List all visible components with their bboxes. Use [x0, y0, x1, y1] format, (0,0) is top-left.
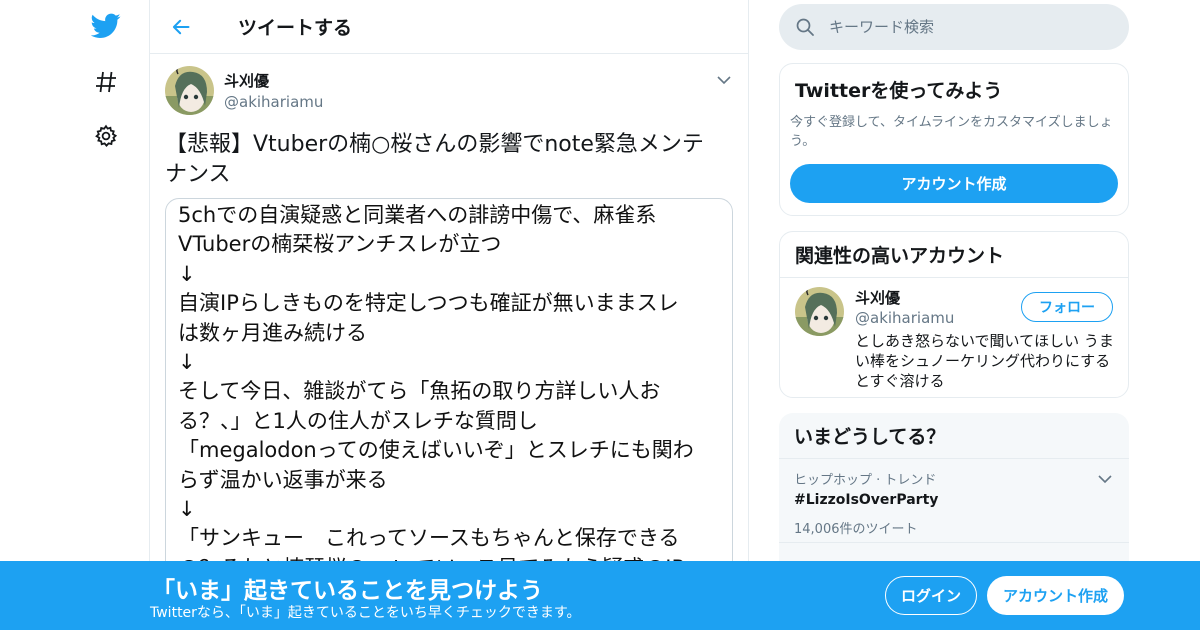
search-box[interactable] [779, 4, 1129, 50]
trend-name[interactable]: #LizzoIsOverParty [794, 492, 1114, 508]
tweet-author[interactable]: 斗刈優 @akihariamu [165, 64, 733, 116]
image-text-line: 「megalodonっての使えばいいぞ」とスレチにも関わ [178, 438, 694, 463]
author-name[interactable]: 斗刈優 [224, 70, 323, 91]
banner-subtitle: Twitterなら、「いま」起きていることをいち早くチェックできます。 [150, 605, 581, 621]
trend-item[interactable]: ヒップホップ · トレンド #LizzoIsOverParty 14,006件の… [779, 459, 1129, 543]
main-header: ツイートする [150, 0, 748, 54]
avatar[interactable] [795, 287, 844, 336]
avatar[interactable] [165, 65, 214, 115]
signup-button[interactable]: アカウント作成 [987, 576, 1124, 615]
arrow-left-icon[interactable] [164, 10, 198, 44]
image-text-line: 自演IPらしきものを特定しつつも確証が無いままスレ [178, 291, 679, 316]
tweet-text: 【悲報】Vtuberの楠○桜さんの影響でnote緊急メンテナンス [165, 132, 704, 187]
image-text-line: 「サンキュー これってソースもちゃんと保存できる [178, 526, 680, 551]
image-text-line: ↓ [178, 497, 196, 522]
image-text-line: ↓ [178, 261, 196, 286]
search-icon [795, 17, 815, 37]
image-text-line: らず温かい返事が来る [178, 467, 388, 492]
image-text-line: ↓ [178, 350, 196, 375]
signup-card: Twitterを使ってみよう 今すぐ登録して、タイムラインをカスタマイズしましょ… [779, 63, 1129, 216]
hashtag-icon[interactable] [90, 66, 122, 98]
tweet: 斗刈優 @akihariamu 【悲報】Vtuberの楠○桜さんの影響でnote… [150, 54, 748, 578]
twitter-bird-icon[interactable] [90, 10, 122, 42]
image-text-line: そして今日、雑談がてら「魚拓の取り方詳しい人お [178, 379, 661, 404]
create-account-button[interactable]: アカウント作成 [790, 164, 1118, 203]
chevron-down-icon[interactable] [1095, 469, 1115, 489]
signup-card-title: Twitterを使ってみよう [795, 80, 1003, 102]
related-accounts-title: 関連性の高いアカウント [780, 232, 1128, 278]
follow-button[interactable]: フォロー [1021, 292, 1113, 322]
chevron-down-icon[interactable] [714, 70, 734, 90]
image-text-line: は数ヶ月進み続ける [178, 320, 367, 345]
left-nav [80, 0, 130, 630]
gear-icon[interactable] [90, 120, 122, 152]
login-button[interactable]: ログイン [885, 576, 977, 615]
image-text-line: VTuberの楠栞桜アンチスレが立つ [178, 232, 502, 257]
related-accounts-card: 関連性の高いアカウント 斗刈優 @akihariamu としあき怒らないで聞いて… [779, 231, 1129, 398]
tweet-image[interactable]: 5chでの自演疑惑と同業者への誹謗中傷で、麻雀系 VTuberの楠栞桜アンチスレ… [165, 198, 733, 578]
main-column: ツイートする 斗刈優 @akihariamu 【悲報】Vtuberの楠○桜さんの… [149, 0, 749, 630]
signup-card-description: 今すぐ登録して、タイムラインをカスタマイズしましょう。 [790, 115, 1113, 149]
trend-count: 14,006件のツイート [794, 522, 918, 537]
image-text-line: る？、」と1人の住人がスレチな質問し [178, 408, 538, 433]
page-title: ツイートする [238, 17, 353, 39]
trends-title: いまどうしてる？ [779, 413, 1129, 459]
banner-title: 「いま」起きていることを見つけよう [152, 578, 543, 604]
trend-context: ヒップホップ · トレンド [794, 473, 937, 488]
signup-banner: 「いま」起きていることを見つけよう Twitterなら、「いま」起きていることを… [0, 561, 1200, 630]
author-text: 斗刈優 @akihariamu [224, 70, 323, 111]
search-input[interactable] [829, 18, 1109, 36]
author-handle[interactable]: @akihariamu [224, 93, 323, 111]
image-text-line: 5chでの自演疑惑と同業者への誹謗中傷で、麻雀系 [178, 203, 657, 227]
related-account[interactable]: 斗刈優 @akihariamu としあき怒らないで聞いてほしい うまい棒をシュノ… [780, 278, 1128, 400]
related-account-bio: としあき怒らないで聞いてほしい うまい棒をシュノーケリング代わりにするとすぐ溶け… [855, 332, 1114, 390]
